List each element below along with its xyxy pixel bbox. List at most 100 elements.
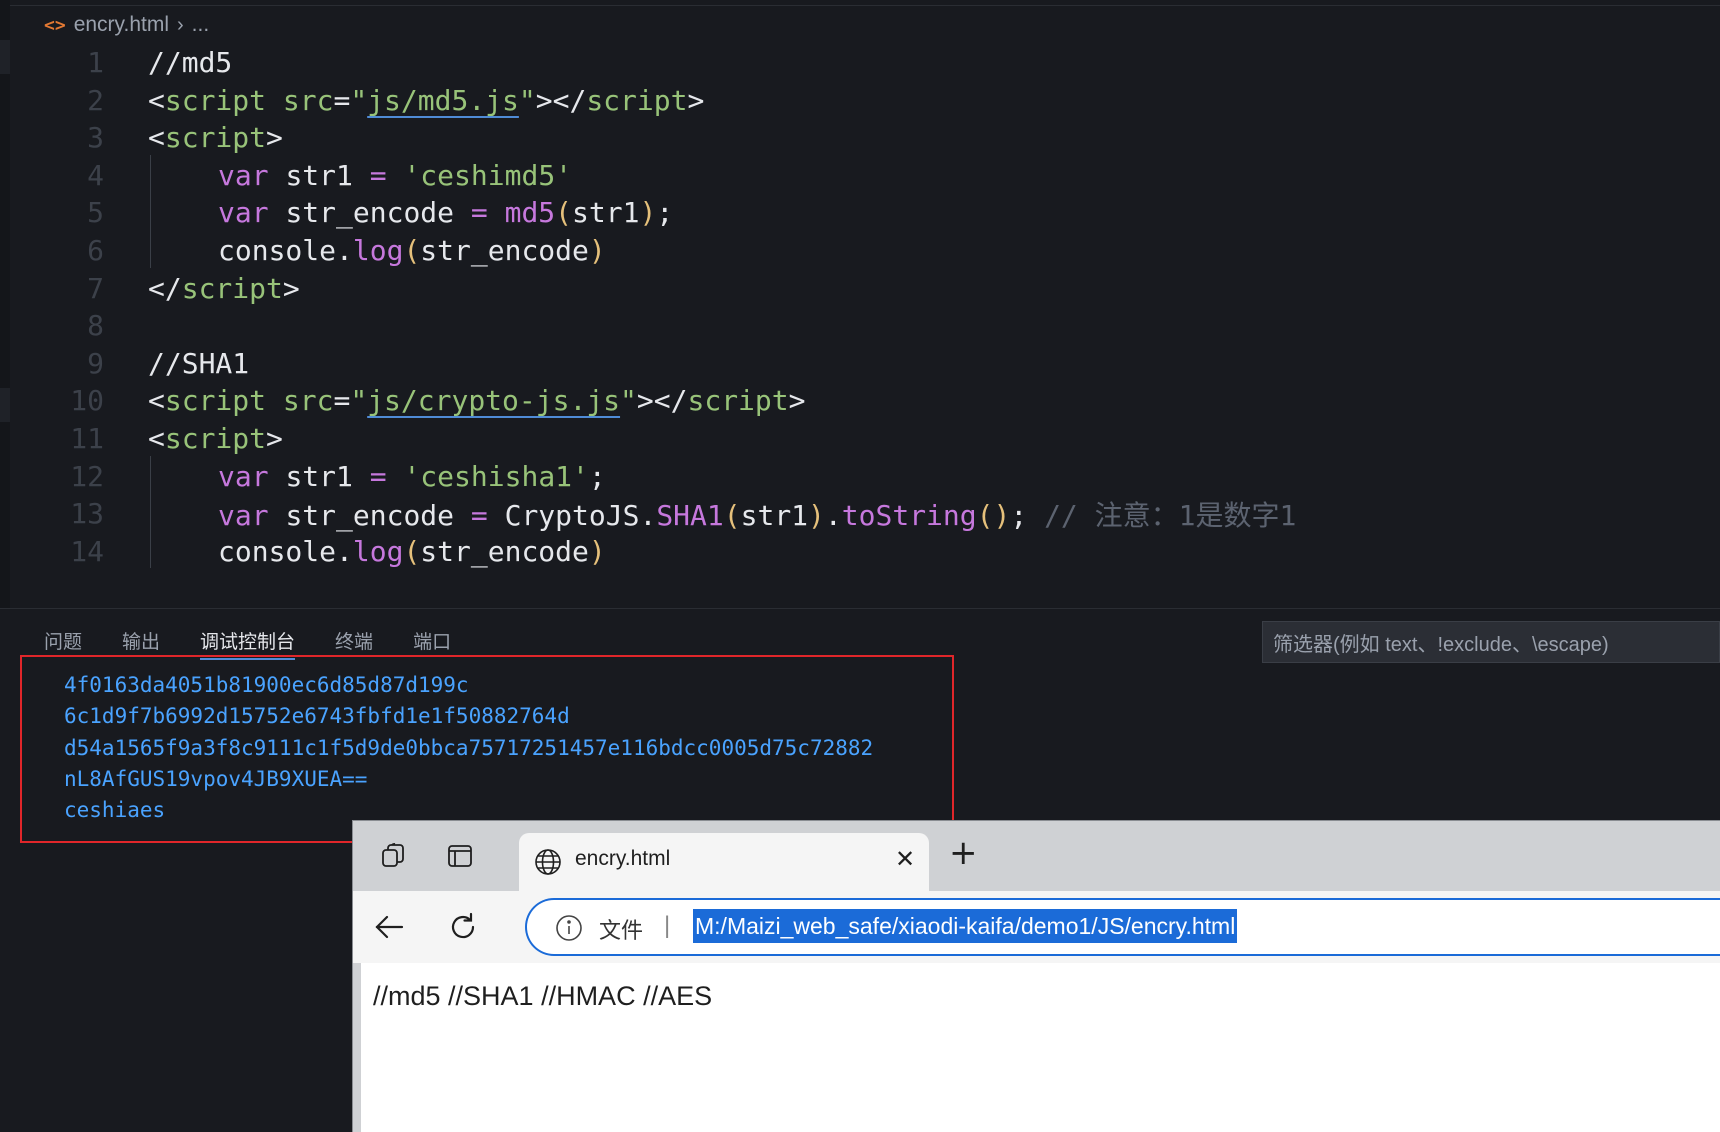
line-number: 2 <box>87 83 104 117</box>
code-token: script <box>164 422 267 455</box>
code-token: console. <box>218 234 353 267</box>
code-token: < <box>148 422 165 455</box>
code-line[interactable]: 13 var str_encode = CryptoJS.SHA1(str1).t… <box>0 493 1720 534</box>
code-token: ( <box>403 534 421 568</box>
back-arrow-icon[interactable] <box>367 905 411 949</box>
code-token: " <box>518 83 536 117</box>
code-token: script <box>164 384 283 418</box>
code-token: 'ceshisha1' <box>403 459 589 493</box>
refresh-icon[interactable] <box>441 905 485 949</box>
code-token: < <box>148 83 165 117</box>
code-line[interactable]: 10 <script src="js/crypto-js.js"></script… <box>0 380 1720 421</box>
code-line[interactable]: 1 //md5 <box>0 42 1720 83</box>
close-icon[interactable]: ✕ <box>895 845 915 873</box>
code-editor[interactable]: <> encry.html › ... 1//md5 2 <script src="… <box>0 0 1720 608</box>
code-token: toString <box>841 498 977 532</box>
browser-page-content: //md5 //SHA1 //HMAC //AES <box>361 963 1720 1132</box>
code-token: > <box>266 422 283 455</box>
line-number: 14 <box>70 534 104 568</box>
indent-guide <box>150 154 151 193</box>
code-token: > <box>788 384 806 418</box>
code-token: ></ <box>535 83 587 117</box>
code-line[interactable]: 8 <box>0 305 1720 346</box>
code-token: . <box>824 498 842 532</box>
console-output-line[interactable]: 4f0163da4051b81900ec6d85d87d199c <box>64 673 469 697</box>
line-number: 13 <box>70 497 104 531</box>
indent-guide <box>150 192 151 230</box>
code-token: = <box>369 459 404 493</box>
html-file-icon: <> <box>44 14 66 36</box>
code-text: console.log(str_encode) <box>218 234 606 267</box>
console-output-highlight: 4f0163da4051b81900ec6d85d87d199c 6c1d9f7b… <box>20 655 954 843</box>
address-url-selected[interactable]: M:/Maizi_web_safe/xiaodi-kaifa/demo1/JS/… <box>693 909 1238 943</box>
code-token: str1 <box>572 196 640 230</box>
code-token: ) <box>588 534 606 568</box>
code-token: CryptoJS. <box>504 498 657 532</box>
console-output-line[interactable]: ceshiaes <box>64 798 165 822</box>
indent-guide <box>150 493 151 531</box>
console-filter-input[interactable]: 筛选器(例如 text、!exclude、\escape) <box>1262 621 1720 663</box>
code-line[interactable]: 7 </script> <box>0 268 1720 309</box>
code-line[interactable]: 5 var str_encode = md5(str1); <box>0 192 1720 233</box>
code-token: str_encode <box>420 234 589 267</box>
code-line[interactable]: 2 <script src="js/md5.js"></script> <box>0 80 1720 121</box>
code-line[interactable]: 14 console.log(str_encode) <box>0 531 1720 572</box>
info-icon[interactable] <box>555 914 583 942</box>
page-body-text: //md5 //SHA1 //HMAC //AES <box>373 981 713 1011</box>
code-line[interactable]: 6 console.log(str_encode) <box>0 230 1720 271</box>
browser-tab-encry[interactable]: encry.html ✕ <box>519 833 929 891</box>
chevron-right-icon: › <box>177 13 184 36</box>
code-token: //md5 <box>148 46 233 79</box>
line-number: 9 <box>87 346 104 380</box>
console-output-line[interactable]: 6c1d9f7b6992d15752e6743fbfd1e1f50882764d <box>64 704 570 728</box>
code-line[interactable]: 9 //SHA1 <box>0 343 1720 384</box>
code-token: < <box>148 121 165 155</box>
new-tab-icon[interactable]: + <box>949 833 978 873</box>
breadcrumb-file[interactable]: encry.html <box>74 13 169 37</box>
indent-guide <box>150 530 151 569</box>
code-token: str1 <box>285 459 370 493</box>
code-token: " <box>620 384 637 418</box>
line-number: 3 <box>87 121 104 155</box>
code-token: () <box>976 498 1011 532</box>
code-text: <script> <box>148 422 283 455</box>
console-output-line[interactable]: nL8AfGUS19vpov4JB9XUEA== <box>64 767 367 791</box>
line-number: 6 <box>87 234 104 267</box>
code-token: ) <box>639 196 657 230</box>
code-text: <script src="js/md5.js"></script> <box>148 84 704 117</box>
code-token: ; <box>1010 498 1045 532</box>
filter-placeholder: 筛选器(例如 text、!exclude、\escape) <box>1273 633 1609 656</box>
workspaces-icon[interactable] <box>373 835 415 877</box>
address-bar[interactable]: 文件 | M:/Maizi_web_safe/xiaodi-kaifa/demo… <box>525 898 1720 956</box>
code-text: </script> <box>148 272 300 305</box>
code-line[interactable]: 3 <script> <box>0 117 1720 158</box>
code-token: ) <box>808 498 825 532</box>
code-token: > <box>266 121 283 155</box>
tab-actions-icon[interactable] <box>439 835 481 877</box>
code-token: src <box>282 384 334 418</box>
code-text: //SHA1 <box>148 347 249 380</box>
code-token: script <box>181 271 283 305</box>
code-line[interactable]: 11 <script> <box>0 418 1720 459</box>
code-token: js/md5.js <box>367 83 519 117</box>
code-token: str_encode <box>420 534 589 568</box>
address-scheme-label: 文件 <box>599 918 644 943</box>
code-token: var <box>218 459 286 493</box>
code-token: " <box>350 83 368 117</box>
address-separator: | <box>664 912 671 939</box>
code-token: // 注意：1是数字1 <box>1044 498 1297 532</box>
console-output-line[interactable]: d54a1565f9a3f8c9111c1f5d9de0bbca75717251… <box>64 736 873 760</box>
code-line[interactable]: 4 var str1 = 'ceshimd5' <box>0 155 1720 196</box>
code-token: > <box>282 271 300 305</box>
code-token: script <box>164 83 283 117</box>
code-line[interactable]: 12 var str1 = 'ceshisha1'; <box>0 456 1720 497</box>
code-token: </ <box>148 271 182 305</box>
breadcrumb-more[interactable]: ... <box>192 13 210 37</box>
line-number: 11 <box>70 422 104 455</box>
browser-tab-bar: encry.html ✕ + <box>353 821 1720 891</box>
code-token: SHA1 <box>656 498 724 532</box>
browser-tab-title: encry.html <box>575 847 671 870</box>
code-token: src <box>282 83 334 117</box>
code-token: var <box>218 498 286 532</box>
line-number: 8 <box>87 309 104 343</box>
